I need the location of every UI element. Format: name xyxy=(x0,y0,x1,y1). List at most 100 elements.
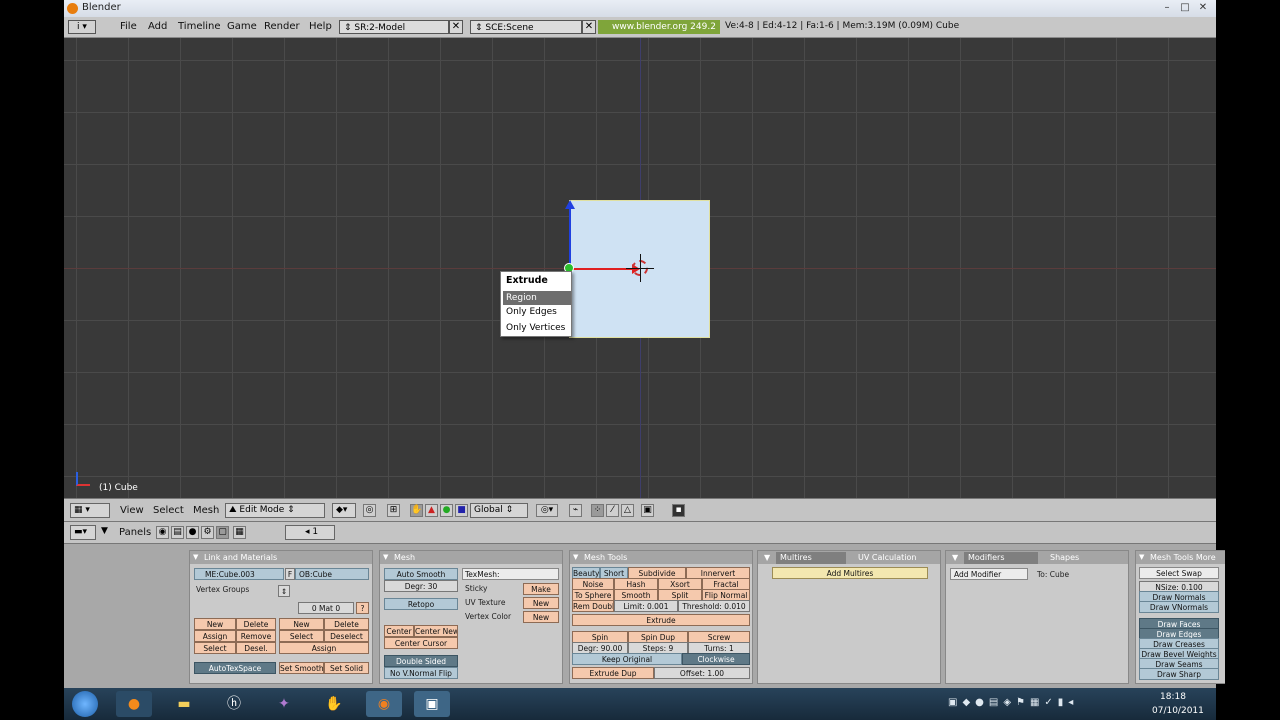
panels-menu[interactable]: Panels xyxy=(119,527,151,538)
buttons-editor-type[interactable]: ▬▾ xyxy=(70,525,96,540)
edge-select-icon[interactable]: ⁄ xyxy=(606,504,619,517)
editing-context-icon[interactable]: ▢ xyxy=(216,526,229,539)
mode-selector[interactable]: ⛰ Edit Mode ⇕ xyxy=(225,503,325,518)
frame-field[interactable]: ◂ 1 xyxy=(285,525,335,540)
material-index-field[interactable]: 0 Mat 0 xyxy=(298,602,354,614)
hand-icon[interactable]: ✋ xyxy=(410,504,423,517)
scale-icon[interactable]: ■ xyxy=(455,504,468,517)
limit-field[interactable]: Limit: 0.001 xyxy=(614,600,678,612)
app-icon[interactable]: ✦ xyxy=(266,691,302,717)
draw-sharp-toggle[interactable]: Draw Sharp xyxy=(1139,668,1219,680)
panel-title[interactable]: Mesh Tools More xyxy=(1136,551,1225,564)
rotate-icon[interactable]: ● xyxy=(440,504,453,517)
threshold-field[interactable]: Threshold: 0.010 xyxy=(678,600,750,612)
add-multires-button[interactable]: Add Multires xyxy=(772,567,928,579)
render-icon[interactable]: ▪ xyxy=(672,504,685,517)
popup-item-region[interactable]: Region xyxy=(503,291,571,305)
blender-url-badge[interactable]: www.blender.org 249.2 xyxy=(598,20,720,34)
shading-context-icon[interactable]: ● xyxy=(186,526,199,539)
menu-file[interactable]: File xyxy=(120,21,137,32)
snap-icon[interactable]: ⌁ xyxy=(569,504,582,517)
menu-render[interactable]: Render xyxy=(264,21,300,32)
panel-title[interactable]: Link and Materials xyxy=(190,551,372,564)
object-context-icon[interactable]: ⚙ xyxy=(201,526,214,539)
extrude-button[interactable]: Extrude xyxy=(572,614,750,626)
vg-new-button[interactable]: New xyxy=(194,618,236,630)
vertex-group-menu[interactable]: ⇕ xyxy=(278,585,290,597)
close-button[interactable]: ✕ xyxy=(1194,1,1212,14)
tab-modifiers[interactable]: Modifiers xyxy=(964,552,1038,564)
layers-icon[interactable]: ⊞ xyxy=(387,504,400,517)
mat-assign-button[interactable]: Assign xyxy=(279,642,369,654)
center-cursor-button[interactable]: Center Cursor xyxy=(384,637,458,649)
tab-multires[interactable]: Multires xyxy=(776,552,846,564)
keep-original-toggle[interactable]: Keep Original xyxy=(572,653,682,665)
tab-shapes[interactable]: Shapes xyxy=(1046,552,1083,564)
orientation-selector[interactable]: Global ⇕ xyxy=(470,503,528,518)
set-solid-button[interactable]: Set Solid xyxy=(324,662,369,674)
no-vnormal-flip-toggle[interactable]: No V.Normal Flip xyxy=(384,667,458,679)
menu-help[interactable]: Help xyxy=(309,21,332,32)
maximize-button[interactable]: □ xyxy=(1176,1,1194,14)
scene-selector[interactable]: ⇕ SCE:Scene xyxy=(470,20,582,34)
panel-title[interactable]: Mesh xyxy=(380,551,562,564)
proportional-edit-icon[interactable]: ◎▾ xyxy=(536,504,558,517)
info-window-type-icon[interactable]: i ▾ xyxy=(68,20,96,34)
double-sided-toggle[interactable]: Double Sided xyxy=(384,655,458,667)
panel-title[interactable]: Mesh Tools xyxy=(570,551,752,564)
vg-remove-button[interactable]: Remove xyxy=(236,630,276,642)
firefox-icon[interactable]: ● xyxy=(116,691,152,717)
offset-field[interactable]: Offset: 1.00 xyxy=(654,667,750,679)
menu-game[interactable]: Game xyxy=(227,21,257,32)
select-swap-button[interactable]: Select Swap xyxy=(1139,567,1219,579)
pivot-icon[interactable]: ◎ xyxy=(363,504,376,517)
mat-select-button[interactable]: Select xyxy=(279,630,324,642)
degr-field[interactable]: Degr: 30 xyxy=(384,580,458,592)
object-name-field[interactable]: OB:Cube xyxy=(295,568,369,580)
tab-arrow-icon[interactable]: ▼ xyxy=(760,552,774,564)
editor-type-button[interactable]: ▦ ▾ xyxy=(70,503,110,518)
scene-delete-button[interactable]: ✕ xyxy=(582,20,596,34)
face-select-icon[interactable]: △ xyxy=(621,504,634,517)
hand-app-icon[interactable]: ✋ xyxy=(316,691,352,717)
hp-icon[interactable]: ⓗ xyxy=(216,691,252,717)
blender-taskbar-icon[interactable]: ◉ xyxy=(366,691,402,717)
menu-timeline[interactable]: Timeline xyxy=(178,21,221,32)
mesh-name-field[interactable]: ME:Cube.003 xyxy=(194,568,284,580)
popup-item-only-vertices[interactable]: Only Vertices xyxy=(506,323,565,333)
uv-texture-new-button[interactable]: New xyxy=(523,597,559,609)
vg-delete-button[interactable]: Delete xyxy=(236,618,276,630)
set-smooth-button[interactable]: Set Smooth xyxy=(279,662,324,674)
autotexspace-toggle[interactable]: AutoTexSpace xyxy=(194,662,276,674)
vg-assign-button[interactable]: Assign xyxy=(194,630,236,642)
mat-deselect-button[interactable]: Deselect xyxy=(324,630,369,642)
vertex-select-icon[interactable]: ⁘ xyxy=(591,504,604,517)
draw-vnormals-toggle[interactable]: Draw VNormals xyxy=(1139,601,1219,613)
clockwise-toggle[interactable]: Clockwise xyxy=(682,653,750,665)
manipulator-z-arrow-icon[interactable] xyxy=(565,200,575,209)
center-button[interactable]: Center xyxy=(384,625,414,637)
script-context-icon[interactable]: ▤ xyxy=(171,526,184,539)
logic-context-icon[interactable]: ◉ xyxy=(156,526,169,539)
minimize-button[interactable]: – xyxy=(1158,1,1176,14)
texmesh-field[interactable]: TexMesh: xyxy=(462,568,559,580)
vertex-color-new-button[interactable]: New xyxy=(523,611,559,623)
tab-uv-calculation[interactable]: UV Calculation xyxy=(854,552,921,564)
translate-icon[interactable]: ▲ xyxy=(425,504,438,517)
draw-type-selector[interactable]: ◆▾ xyxy=(332,503,356,518)
vg-deselect-button[interactable]: Desel. xyxy=(236,642,276,654)
tray-icons[interactable]: ▣◆●▤◈⚑▦✓▮◂ xyxy=(948,697,1078,708)
fake-user-button[interactable]: F xyxy=(285,568,295,580)
scene-context-icon[interactable]: ▦ xyxy=(233,526,246,539)
vg-select-button[interactable]: Select xyxy=(194,642,236,654)
rem-doubles-button[interactable]: Rem Doubl xyxy=(572,600,614,612)
file-explorer-icon[interactable]: ▬ xyxy=(166,691,202,717)
tab-arrow-icon[interactable]: ▼ xyxy=(948,552,962,564)
mat-new-button[interactable]: New xyxy=(279,618,324,630)
collapse-icon[interactable]: ▼ xyxy=(98,526,111,539)
menu-select[interactable]: Select xyxy=(153,505,184,516)
occlude-geometry-icon[interactable]: ▣ xyxy=(641,504,654,517)
window-taskbar-icon[interactable]: ▣ xyxy=(414,691,450,717)
start-button-icon[interactable] xyxy=(72,691,98,717)
popup-item-only-edges[interactable]: Only Edges xyxy=(506,307,557,317)
